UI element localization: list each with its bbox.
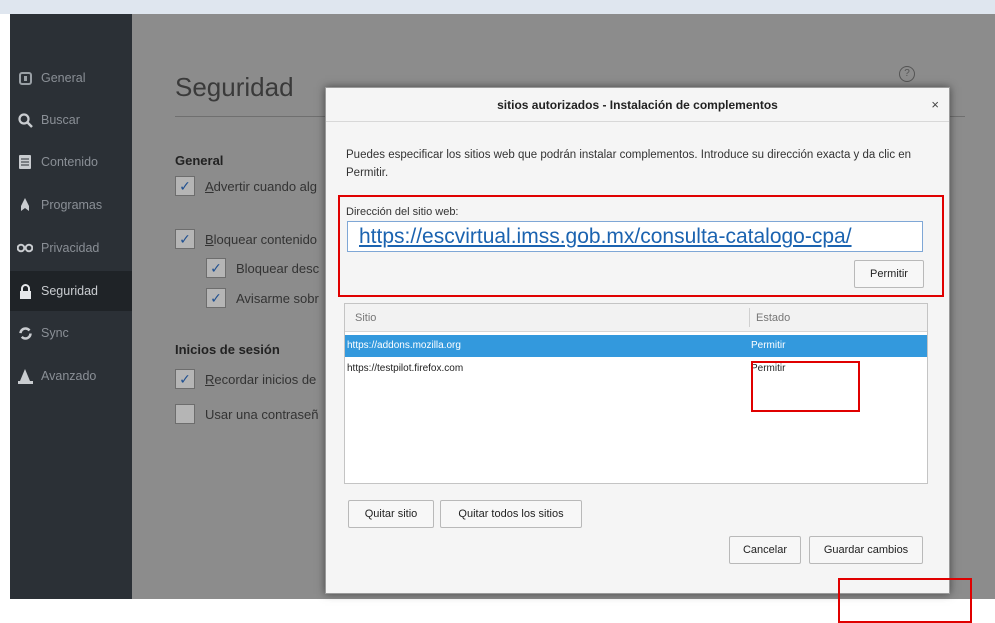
save-changes-button[interactable]: Guardar cambios [809,536,923,564]
sidebar-item-sync[interactable]: Sync [10,313,132,353]
option-label: Usar una contraseñ [205,406,319,422]
window-top-strip [0,0,995,14]
column-divider [749,308,750,327]
sidebar-item-general[interactable]: General [10,58,132,98]
dialog-title: sitios autorizados - Instalación de comp… [326,88,949,122]
checkbox[interactable]: ✓ [175,404,195,424]
site-cell: https://testpilot.firefox.com [347,363,464,374]
checkbox[interactable]: ✓ [206,258,226,278]
document-icon [17,154,33,170]
sidebar: General Buscar Contenido Programas Priva… [10,14,132,599]
remove-site-button[interactable]: Quitar sitio [348,500,434,528]
sidebar-item-programas[interactable]: Programas [10,185,132,225]
site-cell: https://addons.mozilla.org [347,340,461,351]
rocket-icon [17,197,33,213]
sync-icon [17,325,33,341]
sidebar-item-label: Sync [41,326,69,340]
sidebar-item-contenido[interactable]: Contenido [10,142,132,182]
page-title: Seguridad [175,72,294,102]
mask-icon [17,240,33,256]
dialog-description: Puedes especificar los sitios web que po… [346,149,912,179]
table-row[interactable]: https://addons.mozilla.org Permitir [345,335,927,357]
sidebar-item-seguridad[interactable]: Seguridad [10,271,132,311]
option-label: Bloquear desc [236,260,320,276]
wizard-icon [17,368,33,384]
sidebar-item-label: General [41,71,86,85]
search-icon [17,112,33,128]
sidebar-item-label: Privacidad [41,241,100,255]
sidebar-item-label: Contenido [41,155,98,169]
status-highlight-box [751,361,860,412]
access-key: R [205,371,215,387]
option-label: Avisarme sobr [236,290,319,306]
sidebar-item-buscar[interactable]: Buscar [10,100,132,140]
sidebar-item-label: Programas [41,198,103,212]
logins-heading: Inicios de sesión [175,342,280,357]
access-key: A [205,178,214,194]
sidebar-item-privacidad[interactable]: Privacidad [10,228,132,268]
lock-icon [17,283,33,299]
sidebar-item-label: Avanzado [41,369,97,383]
close-icon[interactable]: × [931,97,939,112]
table-header: Sitio Estado [345,304,927,332]
checkbox[interactable]: ✓ [175,369,195,389]
cancel-button[interactable]: Cancelar [729,536,801,564]
sidebar-item-label: Buscar [41,113,80,127]
access-key: B [205,231,214,247]
checkbox[interactable]: ✓ [175,176,195,196]
option-label: ecordar inicios de [214,371,317,387]
help-icon[interactable]: ? [899,66,915,82]
remove-all-sites-button[interactable]: Quitar todos los sitios [440,500,582,528]
column-header-site[interactable]: Sitio [355,312,376,324]
sidebar-item-avanzado[interactable]: Avanzado [10,356,132,396]
option-label: dvertir cuando alg [213,178,318,194]
url-highlight-box [338,195,944,297]
checkbox[interactable]: ✓ [206,288,226,308]
status-cell: Permitir [751,340,786,351]
checkbox[interactable]: ✓ [175,229,195,249]
column-header-status[interactable]: Estado [756,312,790,324]
general-icon [17,70,33,86]
save-highlight-box [838,578,972,623]
general-heading: General [175,153,224,168]
sidebar-item-label: Seguridad [41,284,98,298]
addon-install-dialog: sitios autorizados - Instalación de comp… [325,87,950,594]
option-label: loquear contenido [213,231,318,247]
